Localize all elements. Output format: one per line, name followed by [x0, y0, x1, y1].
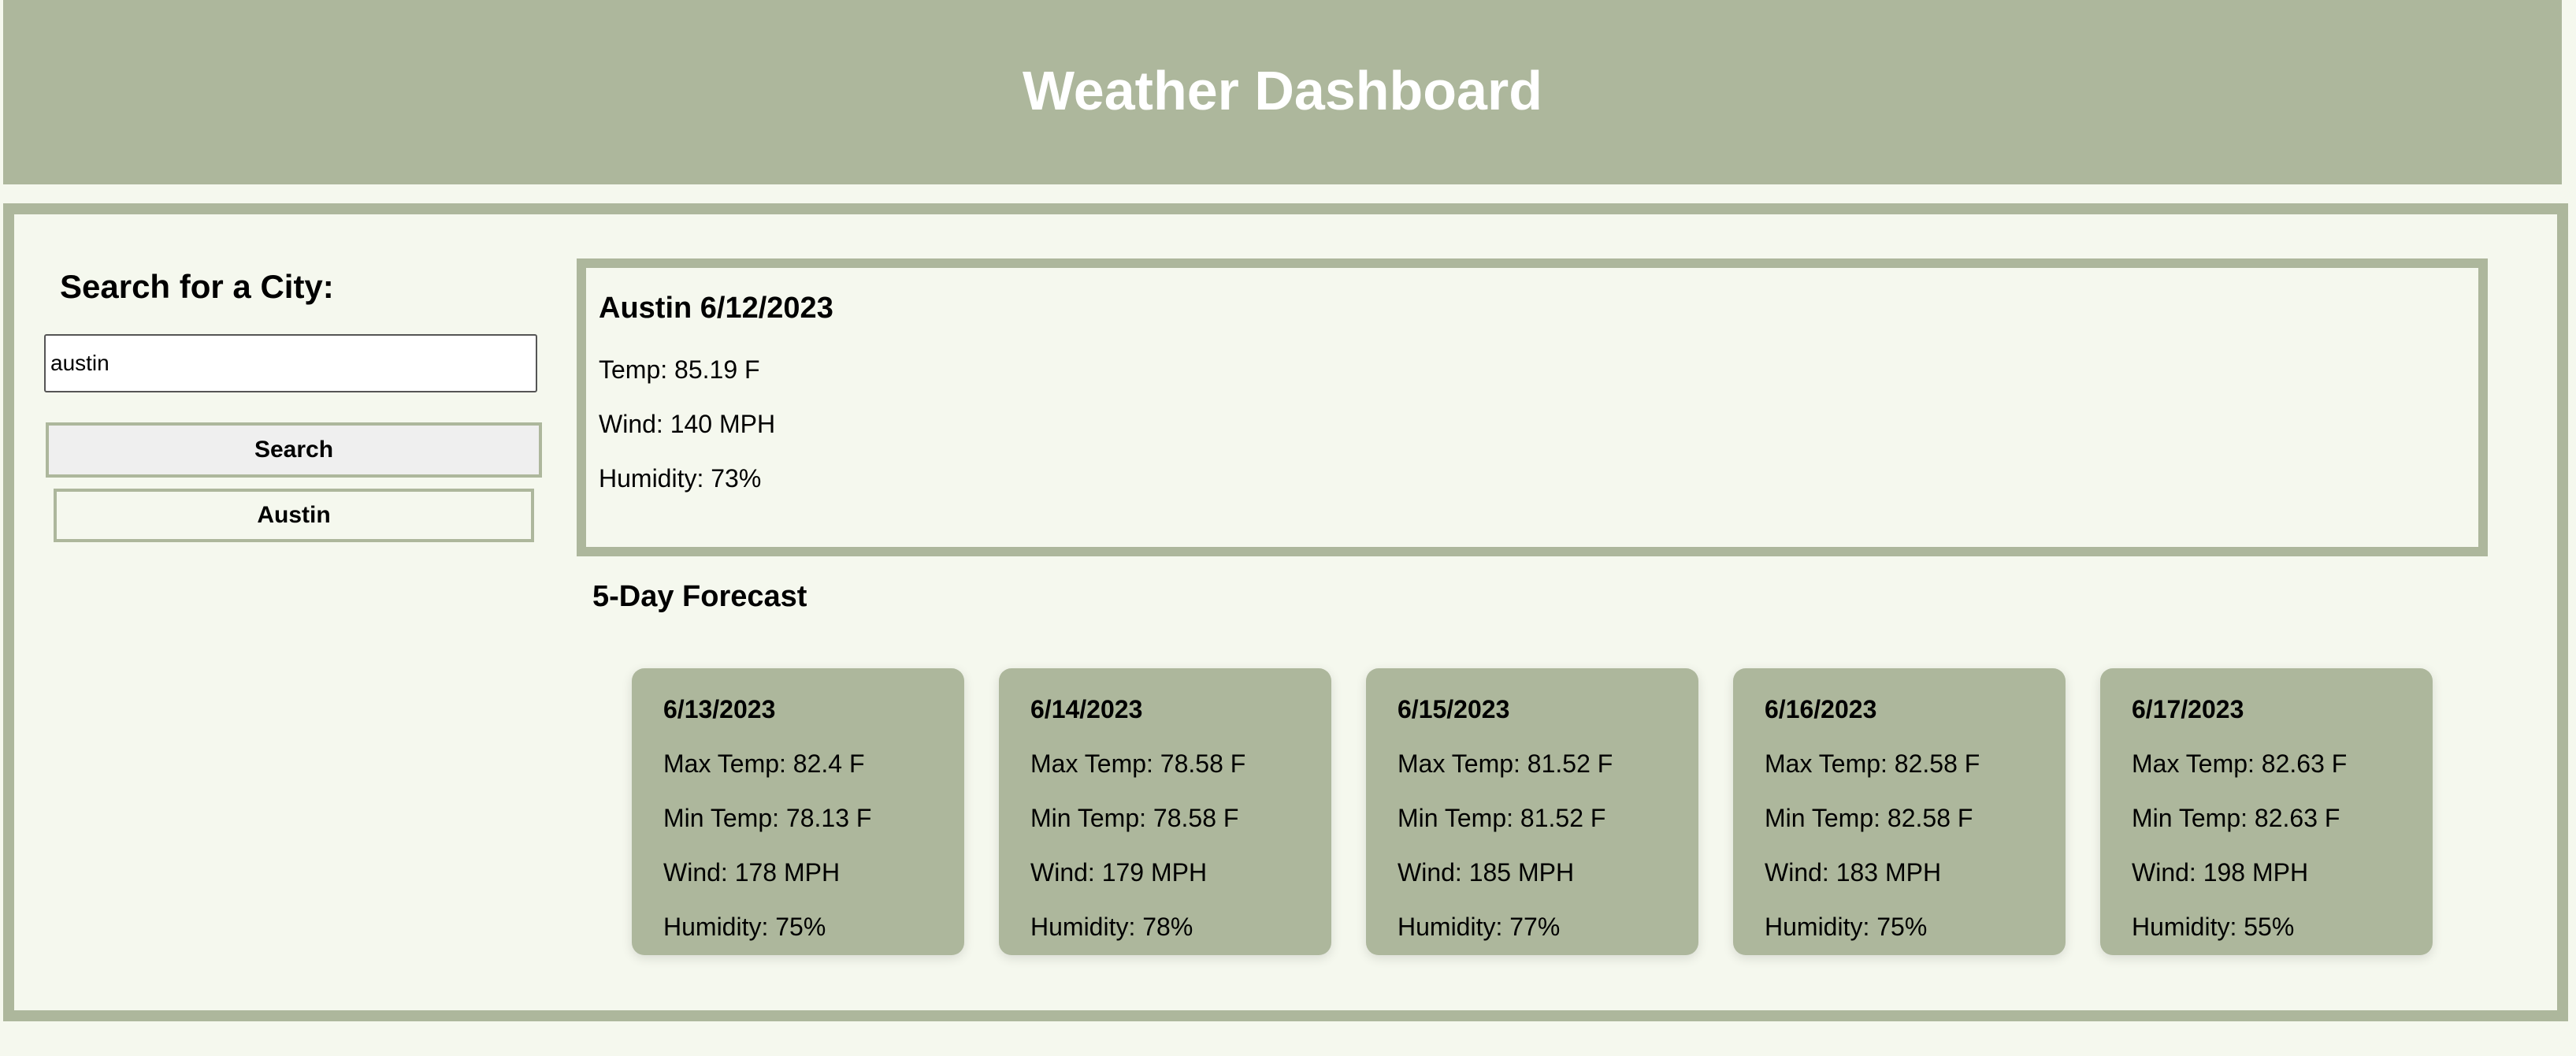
forecast-humidity: Humidity: 75%	[663, 913, 826, 941]
current-humidity: Humidity: 73%	[599, 464, 762, 493]
forecast-wind: Wind: 185 MPH	[1397, 858, 1575, 887]
forecast-date: 6/16/2023	[1765, 695, 1877, 723]
forecast-humidity: Humidity: 77%	[1397, 913, 1561, 941]
forecast-date: 6/13/2023	[663, 695, 776, 723]
forecast-card: 6/13/2023 Max Temp: 82.4 F Min Temp: 78.…	[632, 668, 964, 955]
forecast-max-temp: Max Temp: 82.58 F	[1765, 749, 1980, 778]
forecast-humidity: Humidity: 55%	[2132, 913, 2295, 941]
forecast-wind: Wind: 198 MPH	[2132, 858, 2309, 887]
forecast-min-temp: Min Temp: 78.13 F	[663, 804, 872, 832]
forecast-date: 6/15/2023	[1397, 695, 1510, 723]
main-container: Search for a City: Search Austin Austin …	[3, 203, 2568, 1021]
history-button-austin[interactable]: Austin	[54, 489, 534, 542]
forecast-min-temp: Min Temp: 81.52 F	[1397, 804, 1606, 832]
current-wind: Wind: 140 MPH	[599, 410, 776, 438]
forecast-card: 6/14/2023 Max Temp: 78.58 F Min Temp: 78…	[999, 668, 1331, 955]
page-header: Weather Dashboard	[3, 0, 2562, 184]
forecast-wind: Wind: 183 MPH	[1765, 858, 1942, 887]
forecast-min-temp: Min Temp: 82.58 F	[1765, 804, 1973, 832]
city-search-input[interactable]	[44, 334, 537, 392]
forecast-card: 6/16/2023 Max Temp: 82.58 F Min Temp: 82…	[1733, 668, 2066, 955]
forecast-card: 6/15/2023 Max Temp: 81.52 F Min Temp: 81…	[1366, 668, 1698, 955]
forecast-humidity: Humidity: 78%	[1030, 913, 1193, 941]
forecast-max-temp: Max Temp: 81.52 F	[1397, 749, 1613, 778]
forecast-date: 6/14/2023	[1030, 695, 1143, 723]
forecast-wind: Wind: 178 MPH	[663, 858, 841, 887]
forecast-cards: 6/13/2023 Max Temp: 82.4 F Min Temp: 78.…	[632, 668, 2433, 955]
page-title: Weather Dashboard	[1023, 60, 1542, 121]
forecast-card: 6/17/2023 Max Temp: 82.63 F Min Temp: 82…	[2100, 668, 2433, 955]
forecast-humidity: Humidity: 75%	[1765, 913, 1928, 941]
forecast-min-temp: Min Temp: 82.63 F	[2132, 804, 2340, 832]
forecast-max-temp: Max Temp: 82.63 F	[2132, 749, 2348, 778]
forecast-min-temp: Min Temp: 78.58 F	[1030, 804, 1239, 832]
current-city-date: Austin 6/12/2023	[599, 292, 833, 325]
forecast-wind: Wind: 179 MPH	[1030, 858, 1208, 887]
current-weather-panel: Austin 6/12/2023 Temp: 85.19 F Wind: 140…	[577, 258, 2488, 556]
forecast-max-temp: Max Temp: 82.4 F	[663, 749, 865, 778]
forecast-max-temp: Max Temp: 78.58 F	[1030, 749, 1246, 778]
search-title: Search for a City:	[60, 268, 334, 305]
forecast-title: 5-Day Forecast	[592, 580, 807, 613]
search-button[interactable]: Search	[46, 422, 542, 478]
forecast-date: 6/17/2023	[2132, 695, 2244, 723]
current-temp: Temp: 85.19 F	[599, 355, 760, 384]
